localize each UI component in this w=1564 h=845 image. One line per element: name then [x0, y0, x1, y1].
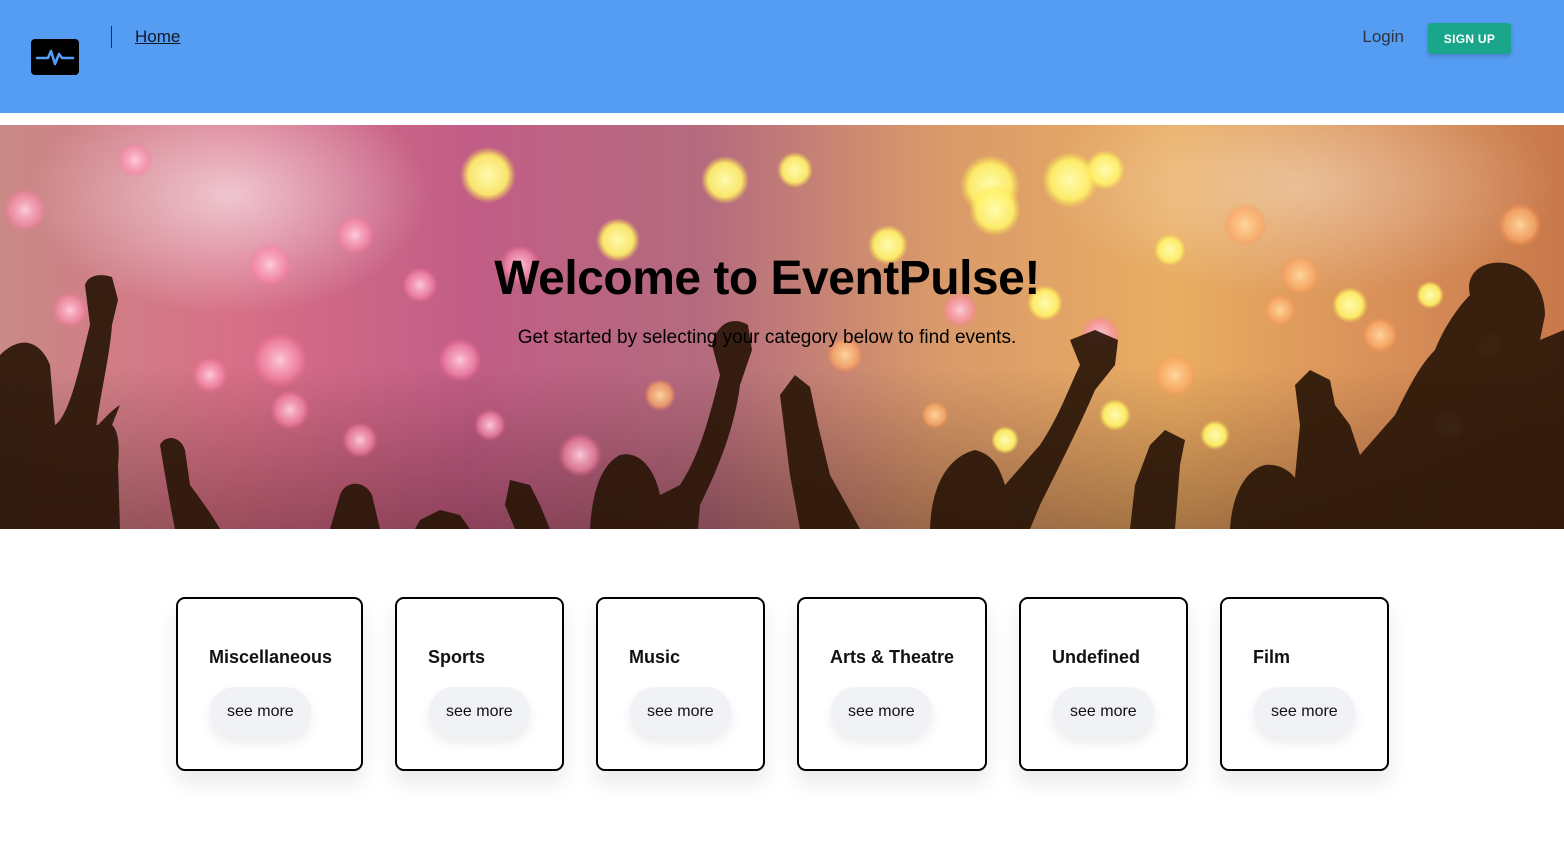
hero-banner: Welcome to EventPulse! Get started by se…	[0, 125, 1564, 529]
nav-login-link[interactable]: Login	[1362, 27, 1404, 47]
nav-divider	[111, 26, 112, 48]
category-card-film[interactable]: Film see more	[1220, 597, 1389, 771]
see-more-button[interactable]: see more	[1053, 687, 1154, 737]
see-more-button[interactable]: see more	[831, 687, 932, 737]
category-card-music[interactable]: Music see more	[596, 597, 765, 771]
pulse-icon	[35, 49, 75, 66]
hero-subtitle: Get started by selecting your category b…	[517, 327, 1017, 348]
category-title: Undefined	[1052, 647, 1140, 667]
category-title: Film	[1253, 647, 1291, 667]
category-title: Music	[629, 647, 681, 667]
top-navbar: Home Login SIGN UP	[0, 0, 1564, 113]
hero-title: Welcome to EventPulse!	[494, 252, 1040, 305]
nav-home-link[interactable]: Home	[135, 27, 180, 47]
category-title: Sports	[428, 647, 486, 667]
signup-button[interactable]: SIGN UP	[1428, 23, 1511, 54]
category-card-sports[interactable]: Sports see more	[395, 597, 564, 771]
logo[interactable]	[31, 39, 79, 75]
see-more-button[interactable]: see more	[210, 687, 311, 737]
category-list: Miscellaneous see more Sports see more M…	[0, 597, 1564, 771]
see-more-button[interactable]: see more	[630, 687, 731, 737]
see-more-button[interactable]: see more	[429, 687, 530, 737]
category-card-miscellaneous[interactable]: Miscellaneous see more	[176, 597, 363, 771]
category-title: Miscellaneous	[209, 647, 333, 667]
category-title: Arts & Theatre	[830, 647, 955, 667]
see-more-button[interactable]: see more	[1254, 687, 1355, 737]
category-card-arts-theatre[interactable]: Arts & Theatre see more	[797, 597, 987, 771]
category-card-undefined[interactable]: Undefined see more	[1019, 597, 1188, 771]
